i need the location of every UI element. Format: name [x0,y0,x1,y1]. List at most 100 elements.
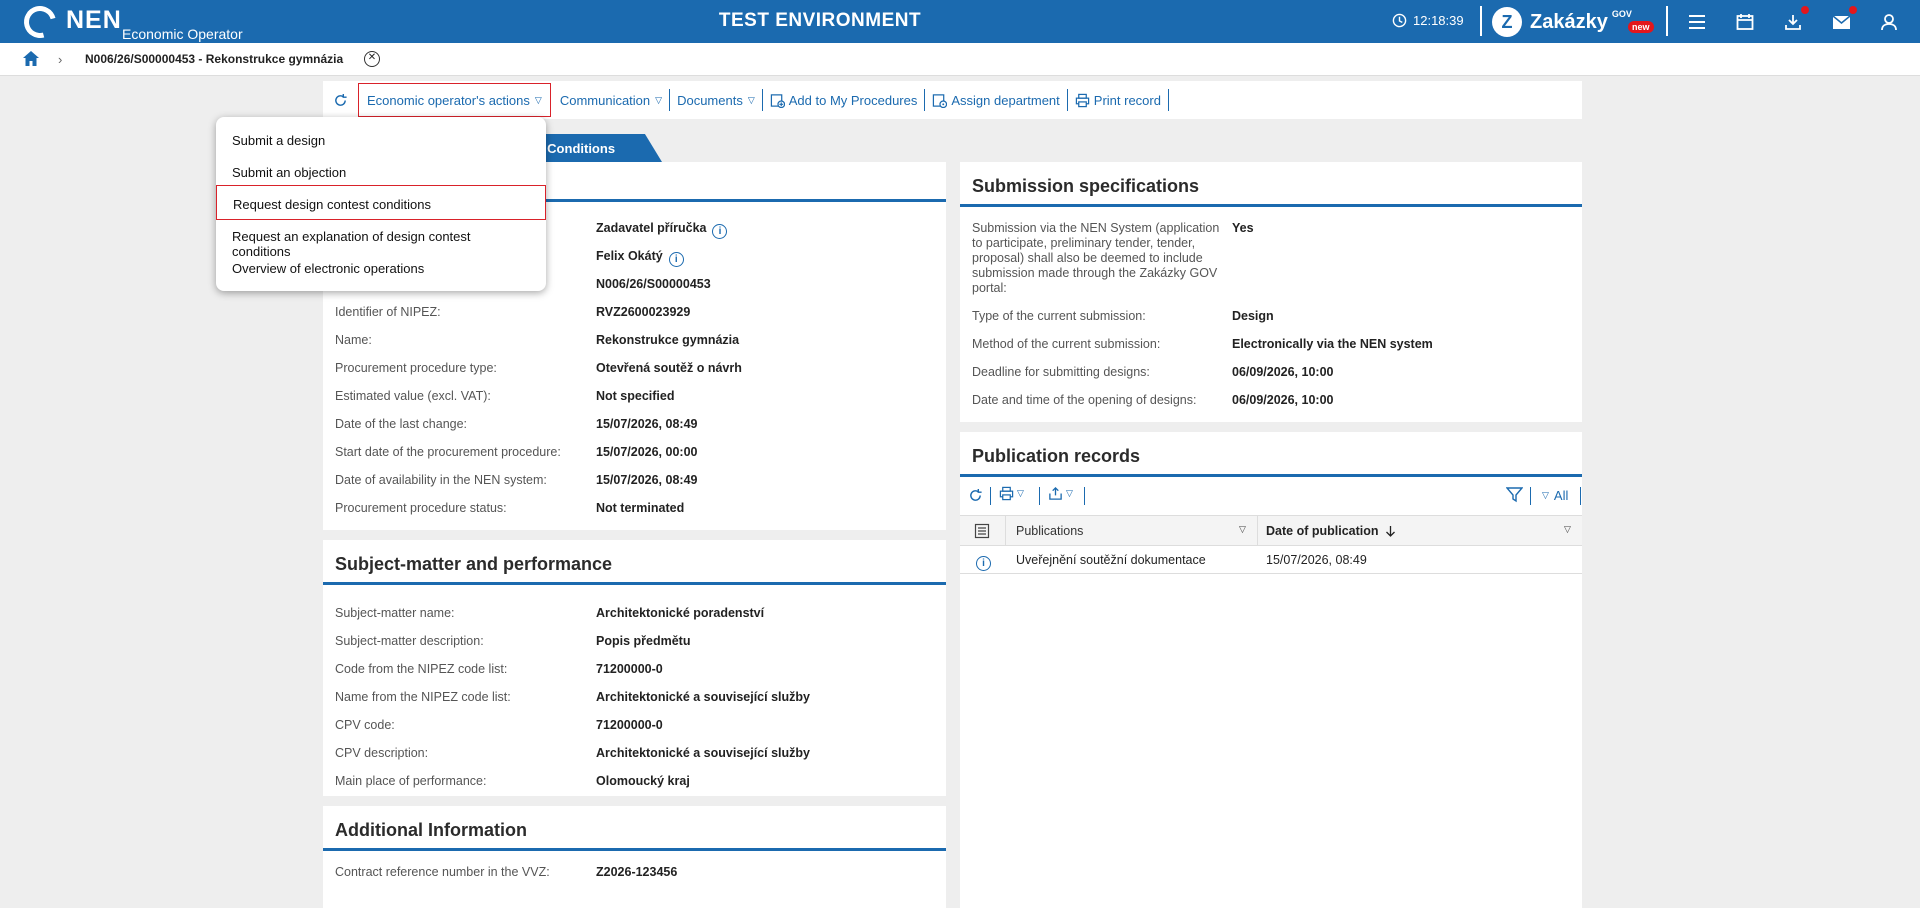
field-label: Name from the NIPEZ code list: [335,690,511,704]
panel-title: Subject-matter and performance [323,540,946,585]
panel-title: Additional Information [323,806,946,851]
funnel-icon [1505,487,1524,503]
field-value: 15/07/2026, 08:49 [596,473,698,487]
field-label: Procurement procedure type: [335,361,497,375]
column-label: Date of publication [1266,524,1379,538]
table-header: Publications ▽ Date of publication ▽ [960,515,1582,546]
divider [990,487,991,505]
field-label: Date of availability in the NEN system: [335,473,547,487]
communication-label: Communication [559,92,651,108]
dropdown-triangle-icon: ▽ [1017,488,1024,498]
eo-actions-dropdown: Submit a design Submit an objection Requ… [216,117,546,291]
zakazky-gov: GOV [1611,9,1632,19]
field-value: Architektonické a související služby [596,690,810,704]
field-label: CPV description: [335,746,429,760]
breadcrumb-procedure[interactable]: N006/26/S00000453 - Rekonstrukce gymnázi… [85,52,343,66]
assign-department-button[interactable]: Assign department [925,89,1068,111]
chevron-right-icon: › [58,52,63,67]
view-all-select[interactable]: ▽ All [1542,488,1568,503]
menu-item-electronic-operations[interactable]: Overview of electronic operations [216,252,546,284]
field-label: Estimated value (excl. VAT): [335,389,491,403]
field-label: Date of the last change: [335,417,468,431]
grid-refresh-button[interactable] [968,488,983,506]
close-tab-icon[interactable]: ✕ [364,51,380,67]
field-value: Otevřená soutěž o návrh [596,361,742,375]
add-to-my-procedures-button[interactable]: Add to My Procedures [763,89,926,111]
field-label: Contract reference number in the VVZ: [335,865,550,879]
divider [1666,6,1668,36]
session-clock: 12:18:39 [1392,13,1464,28]
user-profile-button[interactable] [1877,10,1901,34]
downloads-button[interactable] [1781,6,1809,34]
assign-department-label: Assign department [951,92,1060,108]
field-value: Zadavatel příručka [596,221,707,235]
divider [1084,487,1085,505]
refresh-icon [970,488,982,501]
hamburger-icon [1689,15,1705,29]
messages-button[interactable] [1829,6,1857,34]
calendar-button[interactable] [1733,10,1757,34]
notification-dot [1849,6,1857,14]
field-label: Method of the current submission: [972,337,1161,351]
divider [1039,487,1040,505]
info-icon[interactable]: i [668,252,684,267]
field-value: 06/09/2026, 10:00 [1232,365,1334,379]
field-label: Main place of performance: [335,774,487,788]
column-settings-button[interactable] [974,523,990,542]
field-label: Subject-matter description: [335,634,484,648]
divider [1580,487,1581,505]
info-icon[interactable]: i [712,224,728,239]
field-value: 71200000-0 [596,662,663,676]
column-filter-icon[interactable]: ▽ [1239,524,1246,535]
zakazky-gov-link[interactable]: Z Zakázky GOV new [1492,7,1654,37]
printer-icon [1075,93,1089,107]
menu-item-request-explanation[interactable]: Request an explanation of design contest… [216,220,546,259]
print-record-button[interactable]: Print record [1068,89,1169,111]
column-publications[interactable]: Publications [1016,524,1083,538]
menu-item-submit-design[interactable]: Submit a design [216,124,546,156]
column-date-of-publication[interactable]: Date of publication [1266,524,1396,538]
field-label: Date and time of the opening of designs: [972,393,1197,407]
additional-info-panel: Additional Information Contract referenc… [323,806,946,908]
sort-descending-icon [1385,526,1395,537]
filter-button[interactable] [1505,487,1524,506]
menu-item-submit-objection[interactable]: Submit an objection [216,156,546,188]
field-value: Popis předmětu [596,634,691,648]
contact-person-value: Felix Okátý i [596,249,684,267]
row-detail-button[interactable]: i [976,552,991,571]
grid-print-menu[interactable]: ▽ [999,486,1024,501]
grid-export-menu[interactable]: ▽ [1048,486,1073,501]
documents-menu[interactable]: Documents ▽ [670,89,763,111]
column-filter-icon[interactable]: ▽ [1564,524,1571,535]
field-value: Olomoucký kraj [596,774,690,788]
field-label: Submission via the NEN System (applicati… [972,221,1220,295]
field-value: Not terminated [596,501,685,515]
new-badge: new [1628,21,1654,33]
publication-records-panel: Publication records ▽ ▽ ▽ All Publicatio… [960,432,1582,908]
field-label: CPV code: [335,718,395,732]
divider [1480,6,1482,36]
field-value: 71200000-0 [596,718,663,732]
eo-actions-menu[interactable]: Economic operator's actions ▽ [358,83,551,117]
divider [1257,516,1258,545]
menu-item-request-conditions[interactable]: Request design contest conditions [216,185,546,220]
dropdown-triangle-icon: ▽ [655,94,663,105]
home-icon [23,51,39,66]
home-button[interactable] [22,50,40,70]
publication-name: Uveřejnění soutěžní dokumentace [1016,553,1206,567]
field-value: Architektonické poradenství [596,606,765,620]
contracting-authority-value: Zadavatel příručka i [596,221,728,239]
zakazky-logo-icon: Z [1492,7,1522,37]
field-value: 06/09/2026, 10:00 [1232,393,1334,407]
envelope-icon [1832,14,1850,29]
communication-menu[interactable]: Communication ▽ [553,89,671,111]
refresh-button[interactable] [323,89,356,111]
menu-button[interactable] [1685,10,1709,34]
eo-actions-label: Economic operator's actions [367,92,530,108]
table-row[interactable]: i Uveřejnění soutěžní dokumentace 15/07/… [960,546,1582,574]
zakazky-label: Zakázky [1530,10,1608,33]
print-record-label: Print record [1093,92,1161,108]
field-value: RVZ2600023929 [596,305,691,319]
printer-icon [999,486,1014,501]
refresh-icon [335,93,347,106]
